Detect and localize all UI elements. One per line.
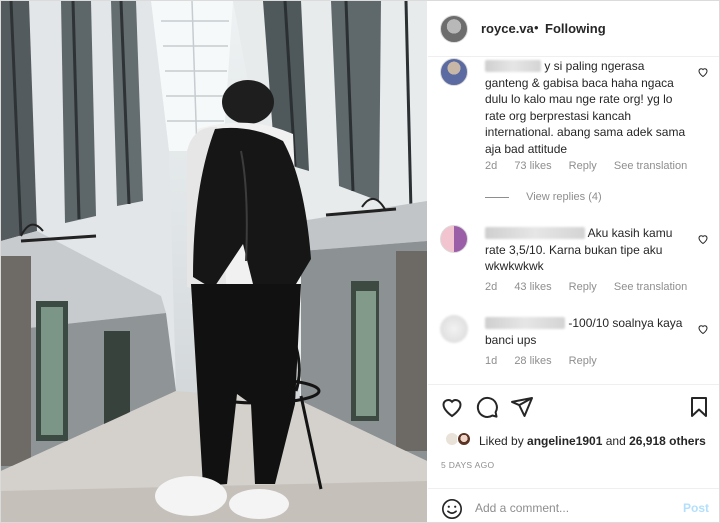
reply-button[interactable]: Reply — [569, 160, 597, 172]
bookmark-icon[interactable] — [687, 395, 711, 419]
heart-icon[interactable] — [440, 395, 464, 419]
comment-2: Aku kasih kamu rate 3,5/10. Karna bukan … — [428, 225, 719, 300]
commenter-avatar[interactable] — [440, 58, 468, 86]
comment-text-container: -100/10 soalnya kaya banci ups — [485, 315, 690, 348]
comment-text-container: y si paling ngerasa ganteng & gabisa bac… — [485, 58, 690, 158]
comment-time: 2d — [485, 160, 498, 172]
comment-likes[interactable]: 28 likes — [514, 355, 551, 367]
likes-others[interactable]: 26,918 others — [629, 434, 706, 448]
comment-like-heart-icon[interactable] — [697, 323, 709, 335]
redacted-username — [485, 227, 585, 239]
comment-text: y si paling ngerasa ganteng & gabisa bac… — [485, 59, 686, 156]
comment-like-heart-icon[interactable] — [697, 233, 709, 245]
comment-3: -100/10 soalnya kaya banci ups 1d 28 lik… — [428, 315, 719, 375]
comment-meta: 2d 43 likes Reply See translation — [485, 281, 701, 293]
post-comment-button[interactable]: Post — [683, 501, 709, 515]
smiley-icon[interactable] — [441, 498, 463, 520]
photo-illustration — [1, 1, 427, 522]
likes-middle: and — [602, 434, 630, 448]
speech-bubble-icon[interactable] — [475, 395, 499, 419]
reply-button[interactable]: Reply — [569, 355, 597, 367]
author-avatar[interactable] — [440, 15, 468, 43]
post-timestamp[interactable]: 5 DAYS AGO — [441, 460, 494, 470]
header-separator: • — [534, 20, 539, 35]
liker-avatar — [457, 432, 471, 446]
post-side-panel: royce.va • Following y si paling ngerasa… — [428, 1, 719, 522]
comment-meta: 1d 28 likes Reply — [485, 355, 611, 367]
see-translation-button[interactable]: See translation — [614, 160, 687, 172]
comment-text-container: Aku kasih kamu rate 3,5/10. Karna bukan … — [485, 225, 690, 275]
likes-text: Liked by angeline1901 and 26,918 others — [479, 434, 706, 448]
following-button[interactable]: Following — [545, 21, 606, 36]
see-translation-button[interactable]: See translation — [614, 281, 687, 293]
paper-plane-icon[interactable] — [510, 395, 534, 419]
commenter-avatar[interactable] — [440, 315, 468, 343]
comment-time: 1d — [485, 355, 498, 367]
reply-button[interactable]: Reply — [569, 281, 597, 293]
view-replies-button[interactable]: View replies (4) — [485, 191, 602, 203]
instagram-post: royce.va • Following y si paling ngerasa… — [0, 0, 720, 523]
comment-meta: 2d 73 likes Reply See translation — [485, 160, 701, 172]
likes-prefix: Liked by — [479, 434, 528, 448]
liker-username[interactable]: angeline1901 — [527, 434, 602, 448]
post-actions — [428, 384, 719, 426]
comment-likes[interactable]: 43 likes — [514, 281, 551, 293]
post-photo[interactable] — [1, 1, 427, 522]
comment-like-heart-icon[interactable] — [697, 66, 709, 78]
replies-line — [485, 196, 509, 198]
view-replies-label: View replies (4) — [526, 191, 602, 203]
comment-1: y si paling ngerasa ganteng & gabisa bac… — [428, 58, 719, 208]
author-username[interactable]: royce.va — [481, 21, 534, 36]
likes-summary[interactable]: Liked by angeline1901 and 26,918 others — [428, 429, 719, 451]
redacted-username — [485, 60, 541, 72]
redacted-username — [485, 317, 565, 329]
comment-input[interactable] — [475, 498, 665, 518]
comment-time: 2d — [485, 281, 498, 293]
post-header: royce.va • Following — [428, 1, 719, 57]
add-comment-bar: Post — [428, 488, 719, 522]
commenter-avatar[interactable] — [440, 225, 468, 253]
comment-likes[interactable]: 73 likes — [514, 160, 551, 172]
